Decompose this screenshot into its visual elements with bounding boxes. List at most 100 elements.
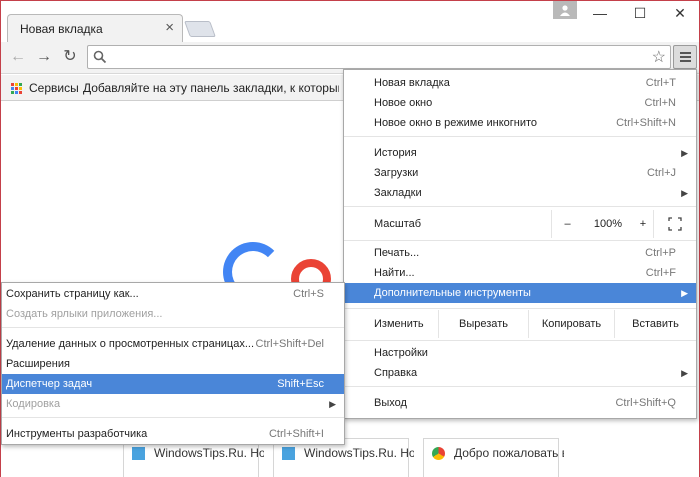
bookmark-star-icon[interactable]: ☆ [652,47,666,67]
menu-shortcut: Ctrl+Shift+N [616,117,676,129]
fullscreen-button[interactable] [653,210,696,238]
zoom-in-button[interactable]: + [633,210,653,238]
maximize-button[interactable]: ☐ [625,1,655,25]
chevron-right-icon: ▶ [681,288,688,298]
reload-button[interactable]: ↻ [59,46,81,68]
tab-new-tab[interactable]: Новая вкладка × [7,14,183,42]
minimize-button[interactable]: — [585,1,615,25]
menu-label: Инструменты разработчика [6,428,148,440]
submenu-item-encoding[interactable]: Кодировка ▶ [2,394,344,414]
windows-icon [282,447,295,460]
chrome-main-menu: Новая вкладка Ctrl+T Новое окно Ctrl+N Н… [343,69,697,419]
menu-item-more-tools[interactable]: Дополнительные инструменты ▶ [344,283,696,303]
menu-label: История [374,147,417,159]
submenu-item-extensions[interactable]: Расширения [2,354,344,374]
menu-shortcut: Ctrl+S [293,288,324,300]
menu-separator [344,240,696,241]
tile-title: WindowsTips.Ru. Нов [304,446,414,460]
title-bar: Новая вкладка × — ☐ ✕ [1,1,699,42]
menu-item-help[interactable]: Справка ▶ [344,363,696,383]
person-icon [560,5,570,16]
fullscreen-icon [668,217,682,231]
menu-label: Новое окно [374,97,433,109]
menu-label: Справка [374,367,418,379]
menu-label: Закладки [374,187,422,199]
submenu-item-create-shortcuts[interactable]: Создать ярлыки приложения... [2,304,344,324]
chevron-right-icon: ▶ [681,148,688,158]
menu-shortcut: Shift+Esc [277,378,324,390]
menu-item-history[interactable]: История ▶ [344,143,696,163]
apps-link[interactable]: Сервисы [29,81,79,95]
cut-button[interactable]: Вырезать [438,310,528,338]
menu-shortcut: Ctrl+P [645,247,676,259]
zoom-value: 100% [593,218,623,230]
menu-label: Расширения [6,358,70,370]
menu-item-incognito[interactable]: Новое окно в режиме инкогнито Ctrl+Shift… [344,113,696,133]
chrome-icon [432,447,445,460]
submenu-item-save-page[interactable]: Сохранить страницу как... Ctrl+S [2,284,344,304]
menu-item-new-tab[interactable]: Новая вкладка Ctrl+T [344,73,696,93]
menu-separator [344,308,696,309]
close-window-button[interactable]: ✕ [665,1,695,25]
menu-shortcut: Ctrl+F [645,267,676,279]
menu-label: Новое окно в режиме инкогнито [374,117,538,129]
copy-button[interactable]: Копировать [528,310,614,338]
most-visited-tile[interactable]: Добро пожаловать в [423,438,564,477]
menu-label: Дополнительные инструменты [374,287,531,299]
submenu-item-task-manager[interactable]: Диспетчер задач Shift+Esc [2,374,344,394]
menu-item-settings[interactable]: Настройки [344,343,696,363]
menu-label: Создать ярлыки приложения... [6,308,163,320]
menu-item-bookmarks[interactable]: Закладки ▶ [344,183,696,203]
menu-item-exit[interactable]: Выход Ctrl+Shift+Q [344,393,696,413]
submenu-item-clear-data[interactable]: Удаление данных о просмотренных страница… [2,334,344,354]
menu-shortcut: Ctrl+N [644,97,676,109]
menu-label: Выход [374,397,407,409]
windows-icon [132,447,145,460]
tile-title: WindowsTips.Ru. Нов [154,446,264,460]
tab-close-icon[interactable]: × [165,19,174,36]
more-tools-submenu: Сохранить страницу как... Ctrl+S Создать… [1,282,345,445]
tile-title: Добро пожаловать в [454,446,564,460]
menu-label: Новая вкладка [374,77,450,89]
menu-shortcut: Ctrl+Shift+Q [615,397,676,409]
menu-separator [344,206,696,207]
hamburger-icon-line [680,52,691,54]
forward-button[interactable]: → [33,46,55,68]
menu-label: Кодировка [6,398,61,410]
chevron-right-icon: ▶ [329,399,336,409]
menu-separator [344,136,696,137]
menu-shortcut: Ctrl+Shift+Del [255,338,324,350]
menu-label: Сохранить страницу как... [6,288,139,300]
menu-separator [344,340,696,341]
back-button[interactable]: ← [7,46,29,68]
address-input[interactable] [110,48,650,66]
menu-item-downloads[interactable]: Загрузки Ctrl+J [344,163,696,183]
new-tab-button[interactable] [184,21,216,37]
zoom-label: Масштаб [374,218,422,230]
menu-shortcut: Ctrl+Shift+I [268,428,324,440]
browser-window: Новая вкладка × — ☐ ✕ ← → ↻ ☆ Сервисы До… [0,0,700,477]
menu-item-find[interactable]: Найти... Ctrl+F [344,263,696,283]
hamburger-icon-line [680,56,691,58]
chrome-menu-button[interactable] [673,45,697,69]
menu-separator [2,417,344,418]
chevron-right-icon: ▶ [681,188,688,198]
edit-label: Изменить [374,318,424,330]
hamburger-icon-line [680,60,691,62]
menu-shortcut: Ctrl+J [646,167,676,179]
menu-label: Загрузки [374,167,419,179]
menu-item-print[interactable]: Печать... Ctrl+P [344,243,696,263]
menu-shortcut: Ctrl+T [645,77,676,89]
submenu-item-dev-tools[interactable]: Инструменты разработчика Ctrl+Shift+I [2,424,344,444]
zoom-out-button[interactable]: – [551,210,583,238]
menu-separator [2,327,344,328]
omnibox[interactable]: ☆ [87,45,671,69]
bookmarks-hint: Добавляйте на эту панель закладки, к кот… [83,81,339,95]
menu-label: Диспетчер задач [6,378,93,390]
profile-button[interactable] [553,1,577,19]
apps-grid-icon[interactable] [11,83,22,94]
chevron-right-icon: ▶ [681,368,688,378]
menu-separator [344,386,696,387]
paste-button[interactable]: Вставить [614,310,696,338]
menu-item-new-window[interactable]: Новое окно Ctrl+N [344,93,696,113]
